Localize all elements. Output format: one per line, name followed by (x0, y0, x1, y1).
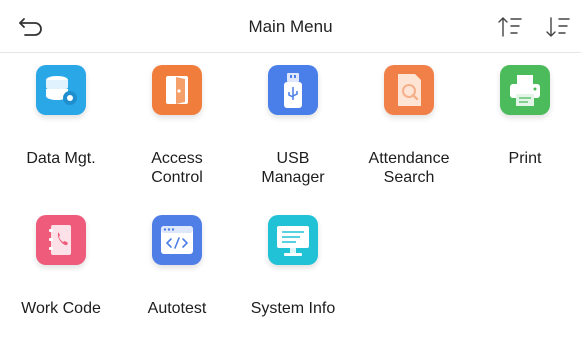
database-settings-icon (36, 65, 86, 115)
usb-drive-icon (268, 65, 318, 115)
menu-item-label: Attendance Search (350, 149, 468, 187)
menu-item-system-info[interactable]: System Info (234, 203, 352, 343)
phone-book-icon (36, 215, 86, 265)
menu-item-attendance-search[interactable]: Attendance Search (350, 53, 468, 193)
printer-icon (500, 65, 550, 115)
menu-item-access-control[interactable]: Access Control (118, 53, 236, 193)
menu-item-autotest[interactable]: Autotest (118, 203, 236, 343)
menu-item-label-line1: Print (508, 150, 542, 167)
menu-item-label: System Info (234, 299, 352, 318)
menu-item-label-line2: Control (151, 169, 203, 186)
menu-item-label: Data Mgt. (2, 149, 120, 168)
menu-item-label-line1: Work Code (21, 300, 101, 317)
menu-item-label-line1: Autotest (147, 300, 207, 317)
menu-item-label: Work Code (2, 299, 120, 318)
menu-item-print[interactable]: Print (466, 53, 581, 193)
menu-item-label-line1: USB (276, 150, 310, 167)
menu-item-label-line2: Manager (261, 169, 325, 186)
menu-item-label: USB Manager (234, 149, 352, 187)
menu-item-work-code[interactable]: Work Code (2, 203, 120, 343)
search-document-icon (384, 65, 434, 115)
page-title: Main Menu (248, 17, 333, 36)
menu-item-label-line1: Access (151, 150, 203, 167)
sort-ascending-icon[interactable] (497, 14, 527, 40)
menu-item-label-line1: Attendance (368, 150, 450, 167)
menu-item-usb-manager[interactable]: USB Manager (234, 53, 352, 193)
menu-item-label: Access Control (118, 149, 236, 187)
menu-item-label-line1: Data Mgt. (26, 150, 96, 167)
door-icon (152, 65, 202, 115)
sort-descending-icon[interactable] (545, 14, 575, 40)
menu-item-data-mgt[interactable]: Data Mgt. (2, 53, 120, 193)
menu-item-label-line1: System Info (250, 300, 336, 317)
menu-item-label-line2: Search (383, 169, 435, 186)
menu-item-label: Autotest (118, 299, 236, 318)
menu-grid: Data Mgt. Access Control USB Manager Att… (0, 53, 581, 352)
menu-item-label: Print (466, 149, 581, 168)
monitor-icon (268, 215, 318, 265)
header-bar: Main Menu (0, 0, 581, 53)
code-window-icon (152, 215, 202, 265)
